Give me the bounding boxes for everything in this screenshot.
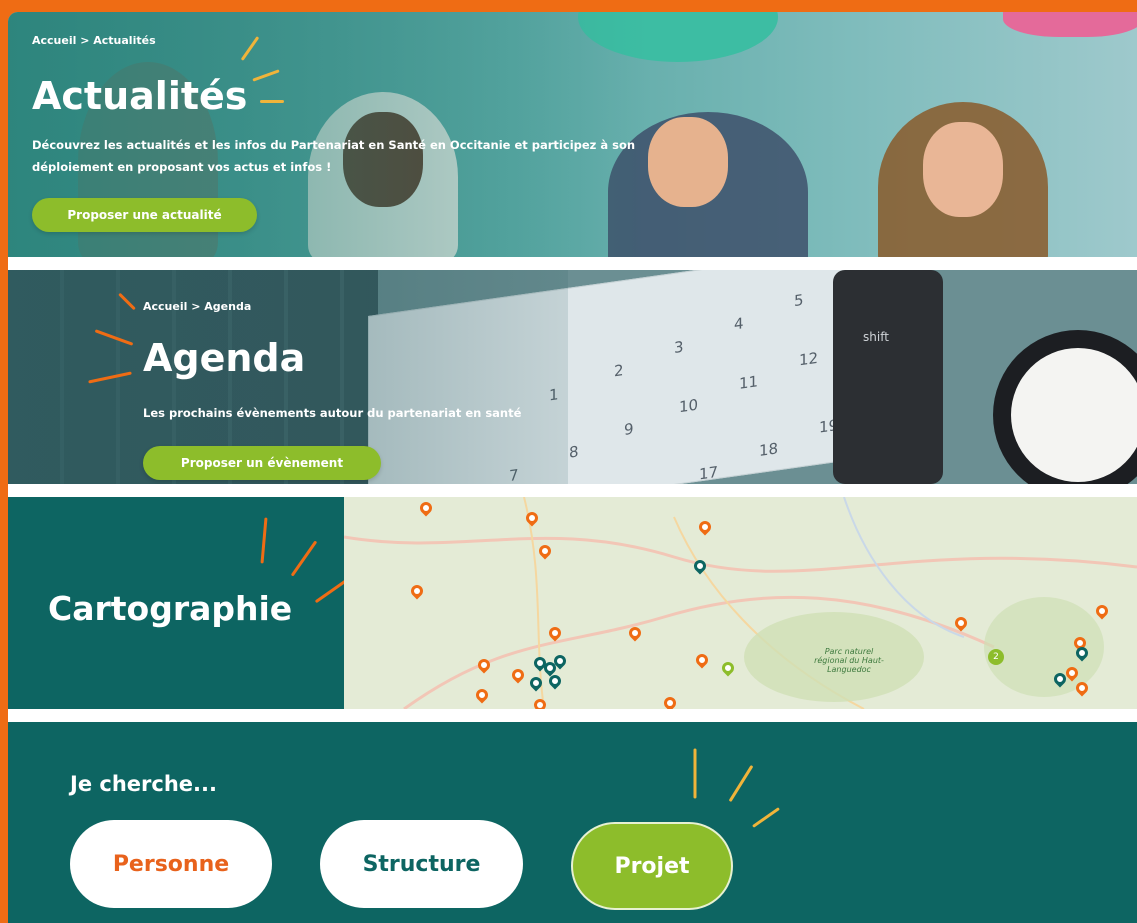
propose-news-button[interactable]: Proposer une actualité: [32, 198, 257, 232]
decorative-ray: [728, 764, 754, 803]
calendar-number: 17: [699, 462, 719, 484]
speech-bubble-pink-image: [1003, 12, 1137, 37]
search-option-personne[interactable]: Personne: [70, 820, 272, 908]
search-option-structure[interactable]: Structure: [320, 820, 523, 908]
breadcrumb[interactable]: Accueil > Actualités: [32, 34, 156, 47]
decorative-ray: [260, 517, 268, 564]
calendar-number: 2: [614, 361, 624, 381]
decorative-ray: [260, 100, 284, 103]
decorative-ray: [290, 540, 318, 577]
map-preview[interactable]: Parc naturel régional du Haut-Languedoc: [344, 497, 1137, 709]
alarm-clock-image: [993, 330, 1137, 484]
description-line: Découvrez les actualités et les infos du…: [32, 138, 636, 152]
search-option-projet[interactable]: Projet: [571, 822, 733, 910]
map-roads: [344, 497, 1137, 709]
calendar-number: 11: [739, 372, 759, 393]
cartographie-banner: Cartographie Parc naturel régional du Ha…: [8, 497, 1137, 709]
person-face-image: [923, 122, 1003, 217]
calendar-number: 3: [674, 337, 684, 357]
search-section: Je cherche... Personne Structure Projet: [8, 722, 1137, 923]
map-cluster[interactable]: 2: [988, 649, 1004, 665]
actualites-banner: Accueil > Actualités Actualités Découvre…: [8, 12, 1137, 257]
calendar-number: 18: [759, 439, 779, 461]
calendar-number: 9: [624, 419, 634, 439]
map-region-label: Parc naturel régional du Haut-Languedoc: [814, 647, 884, 674]
page-title: Agenda: [143, 336, 306, 380]
page-frame: Accueil > Actualités Actualités Découvre…: [8, 12, 1137, 923]
calendar-number: 12: [799, 348, 819, 370]
calendar-number: 4: [734, 314, 744, 334]
page-description: Les prochains évènements autour du parte…: [143, 406, 522, 420]
clock-face: [1011, 348, 1137, 482]
section-title[interactable]: Cartographie: [48, 589, 292, 628]
page-description: Découvrez les actualités et les infos du…: [32, 134, 672, 178]
tablet-image: shift: [833, 270, 943, 484]
search-heading: Je cherche...: [70, 772, 217, 796]
decorative-ray: [752, 807, 780, 828]
agenda-banner: 1 2 3 4 5 6 7 8 9 10 11 12 16 17 18 19 s…: [8, 270, 1137, 484]
propose-event-button[interactable]: Proposer un évènement: [143, 446, 381, 480]
page-title: Actualités: [32, 74, 248, 118]
description-line: déploiement en proposant vos actus et in…: [32, 160, 332, 174]
breadcrumb[interactable]: Accueil > Agenda: [143, 300, 251, 313]
calendar-number: 8: [569, 442, 579, 462]
calendar-number: 5: [794, 290, 804, 311]
decorative-ray: [693, 748, 697, 799]
calendar-number: 10: [679, 395, 699, 417]
shift-key-label: shift: [863, 330, 889, 344]
